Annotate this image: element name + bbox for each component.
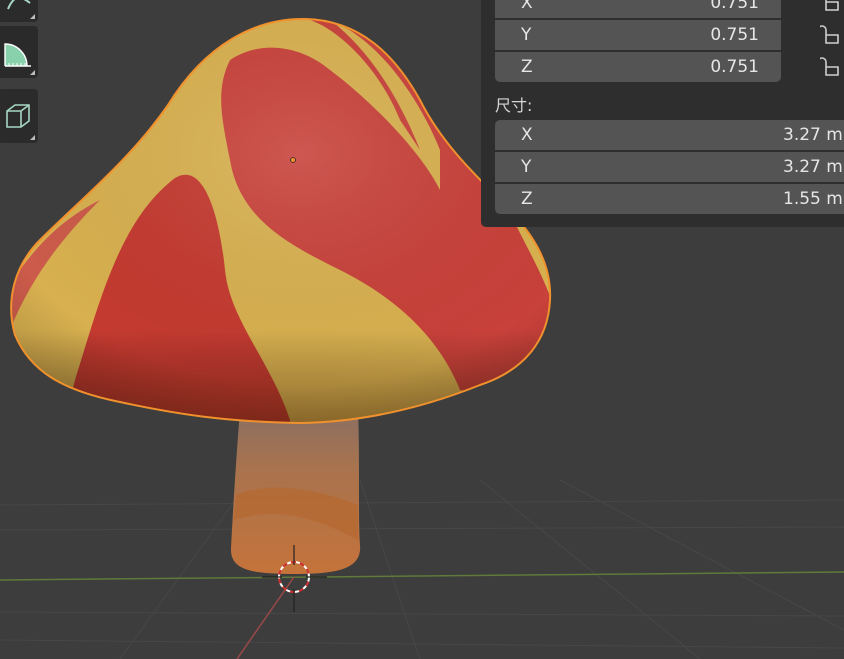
- curve-draw-icon: [7, 0, 31, 10]
- dimension-x-label: X: [521, 125, 533, 145]
- scale-x-label: X: [521, 0, 533, 13]
- lock-scale-y-icon[interactable]: [820, 25, 840, 45]
- lock-scale-z-icon[interactable]: [820, 57, 840, 77]
- scale-x-field[interactable]: X 0.751: [495, 0, 781, 18]
- object-origin: [290, 157, 296, 163]
- dimension-x-value: 3.27 m: [783, 125, 843, 145]
- dimension-x-field[interactable]: X 3.27 m: [495, 120, 844, 150]
- dimension-z-label: Z: [521, 189, 533, 209]
- measure-icon: [4, 43, 31, 67]
- scale-y-label: Y: [521, 25, 532, 45]
- lock-scale-x-icon[interactable]: [820, 0, 840, 12]
- scale-y-field[interactable]: Y 0.751: [495, 20, 781, 50]
- x-axis-line: [0, 571, 844, 581]
- dimensions-label: 尺寸:: [495, 96, 533, 115]
- dimension-y-label: Y: [521, 157, 532, 177]
- dimension-y-value: 3.27 m: [783, 157, 843, 177]
- dimension-z-field[interactable]: Z 1.55 m: [495, 184, 844, 214]
- scale-y-value: 0.751: [710, 25, 759, 45]
- dimension-y-field[interactable]: Y 3.27 m: [495, 152, 844, 182]
- scale-x-value: 0.751: [710, 0, 759, 13]
- scale-z-field[interactable]: Z 0.751: [495, 52, 781, 82]
- add-cube-icon: [6, 104, 30, 128]
- dimension-z-value: 1.55 m: [783, 189, 843, 209]
- scale-z-label: Z: [521, 57, 533, 77]
- tool-measure-button[interactable]: [0, 26, 38, 78]
- tool-curve-draw-button[interactable]: [0, 0, 38, 22]
- tool-add-cube-button[interactable]: [0, 89, 38, 143]
- scale-z-value: 0.751: [710, 57, 759, 77]
- 3d-viewport[interactable]: X 0.751 Y 0.751 Z 0.751 尺寸: X 3.27 m Y 3…: [0, 0, 844, 659]
- floor-grid: [0, 479, 844, 659]
